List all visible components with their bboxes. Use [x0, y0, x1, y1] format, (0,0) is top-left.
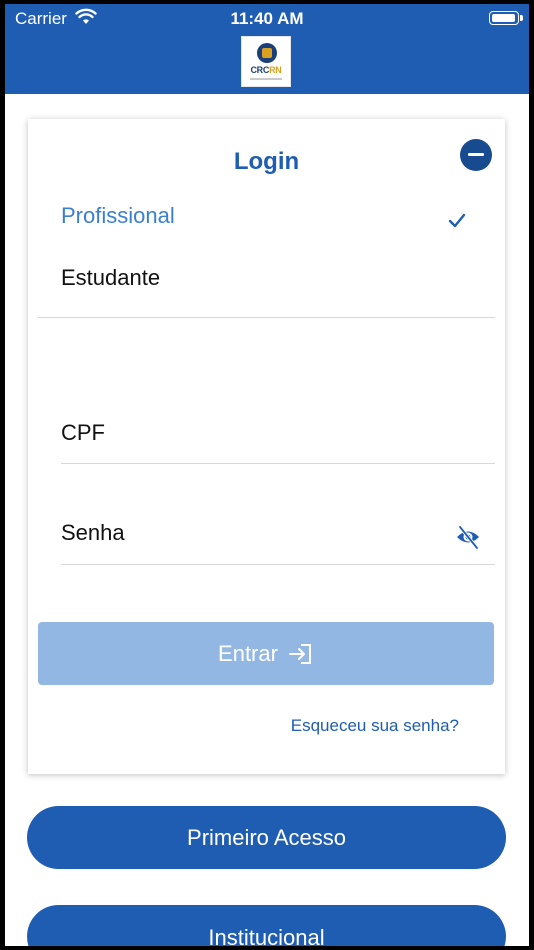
- battery-icon: [489, 11, 523, 25]
- option-profissional[interactable]: Profissional: [61, 203, 175, 229]
- clock: 11:40 AM: [230, 9, 304, 28]
- forgot-password-link[interactable]: Esqueceu sua senha?: [291, 716, 459, 736]
- logo-mark-icon: [257, 43, 277, 63]
- status-bar: Carrier 11:40 AM: [5, 4, 529, 34]
- option-estudante[interactable]: Estudante: [61, 265, 160, 291]
- login-button[interactable]: Entrar: [38, 622, 494, 685]
- institutional-button[interactable]: Institucional: [27, 905, 506, 946]
- divider: [38, 317, 495, 318]
- checkmark-icon: [448, 213, 466, 228]
- card-title: Login: [233, 148, 300, 175]
- header-bar: Carrier 11:40 AM CRCRN: [5, 4, 529, 94]
- collapse-icon[interactable]: [460, 139, 492, 171]
- app-screen: Carrier 11:40 AM CRCRN Login Profissiona…: [5, 4, 529, 946]
- crcrn-logo: CRCRN: [241, 36, 291, 87]
- logo-text: CRCRN: [250, 65, 282, 75]
- password-field[interactable]: Senha: [61, 520, 125, 546]
- eye-slash-icon[interactable]: [454, 523, 482, 551]
- cpf-underline: [61, 463, 495, 464]
- login-button-label: Entrar: [218, 640, 278, 666]
- first-access-button[interactable]: Primeiro Acesso: [27, 806, 506, 869]
- logo-subline: [250, 78, 282, 80]
- cpf-field[interactable]: CPF: [61, 420, 105, 446]
- login-card: Login Profissional Estudante CPF Senha E…: [28, 119, 505, 774]
- password-underline: [61, 564, 495, 565]
- enter-icon: [288, 643, 311, 664]
